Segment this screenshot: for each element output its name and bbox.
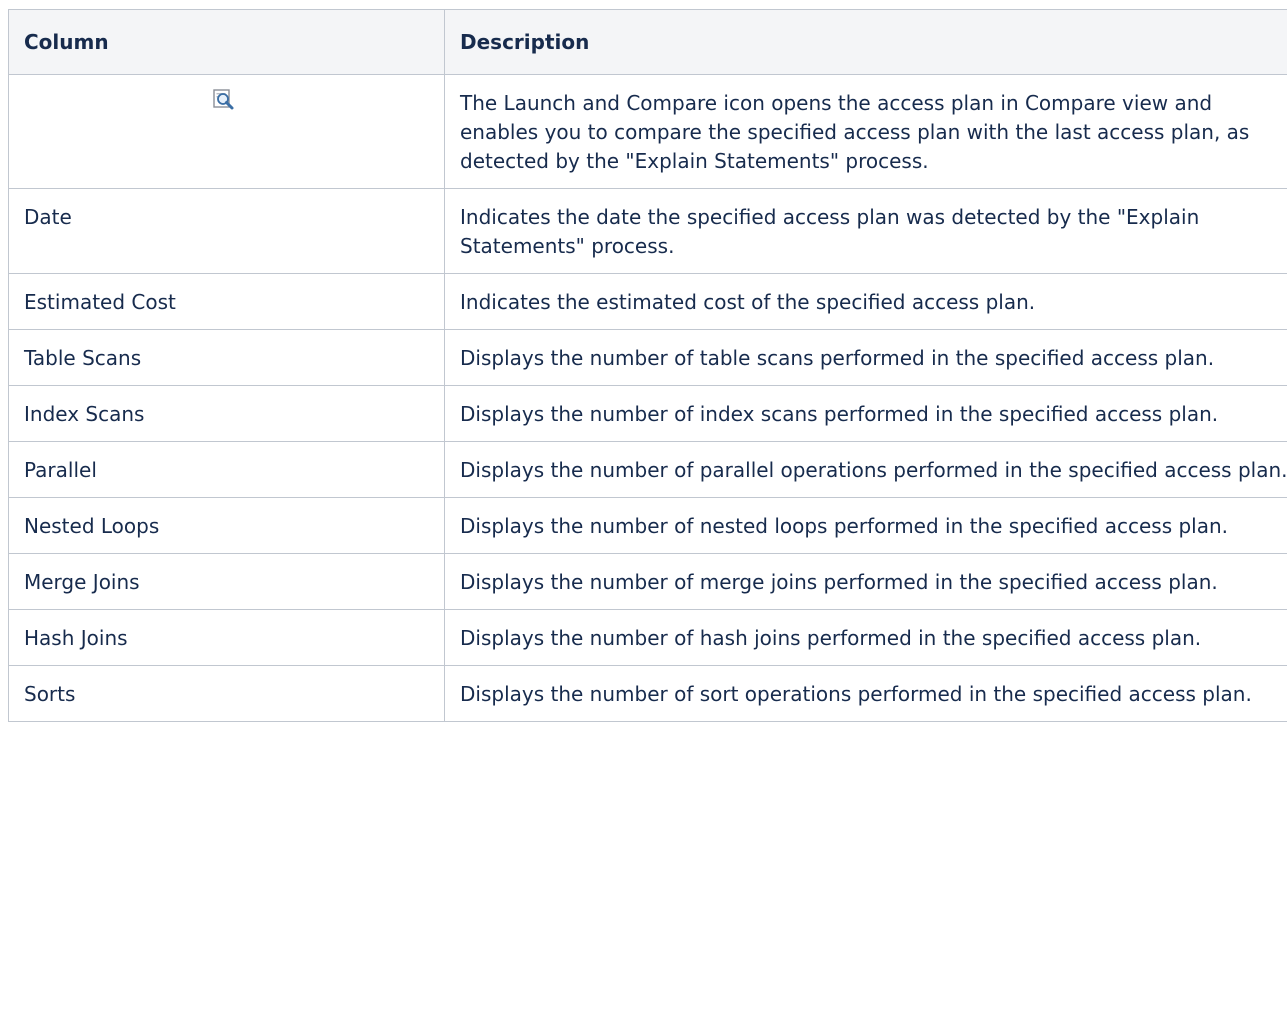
table-row: Parallel Displays the number of parallel… xyxy=(8,441,1287,498)
column-cell: Parallel xyxy=(8,441,445,498)
description-cell: Displays the number of hash joins perfor… xyxy=(444,609,1287,666)
description-cell: Displays the number of table scans perfo… xyxy=(444,329,1287,386)
table-row: Estimated Cost Indicates the estimated c… xyxy=(8,273,1287,330)
description-cell: Indicates the date the specified access … xyxy=(444,188,1287,274)
table-row: Date Indicates the date the specified ac… xyxy=(8,188,1287,274)
description-cell: Displays the number of index scans perfo… xyxy=(444,385,1287,442)
column-cell: Nested Loops xyxy=(8,497,445,554)
table-row: Sorts Displays the number of sort operat… xyxy=(8,665,1287,722)
column-cell: Sorts xyxy=(8,665,445,722)
launch-and-compare-icon xyxy=(211,87,237,113)
description-header: Description xyxy=(444,9,1287,75)
table-header-row: Column Description xyxy=(8,9,1287,75)
column-cell: Date xyxy=(8,188,445,274)
description-cell: Indicates the estimated cost of the spec… xyxy=(444,273,1287,330)
description-cell: Displays the number of parallel operatio… xyxy=(444,441,1287,498)
table-row: Nested Loops Displays the number of nest… xyxy=(8,497,1287,554)
column-cell: Merge Joins xyxy=(8,553,445,610)
icon-cell xyxy=(8,74,445,189)
table-row: The Launch and Compare icon opens the ac… xyxy=(8,74,1287,189)
table-row: Index Scans Displays the number of index… xyxy=(8,385,1287,442)
column-cell: Table Scans xyxy=(8,329,445,386)
table-row: Table Scans Displays the number of table… xyxy=(8,329,1287,386)
description-cell: The Launch and Compare icon opens the ac… xyxy=(444,74,1287,189)
table-row: Merge Joins Displays the number of merge… xyxy=(8,553,1287,610)
column-header: Column xyxy=(8,9,445,75)
description-cell: Displays the number of merge joins perfo… xyxy=(444,553,1287,610)
description-cell: Displays the number of nested loops perf… xyxy=(444,497,1287,554)
column-cell: Estimated Cost xyxy=(8,273,445,330)
column-description-table: Column Description The Launch and Compar… xyxy=(8,9,1287,722)
table-row: Hash Joins Displays the number of hash j… xyxy=(8,609,1287,666)
column-cell: Hash Joins xyxy=(8,609,445,666)
description-cell: Displays the number of sort operations p… xyxy=(444,665,1287,722)
column-cell: Index Scans xyxy=(8,385,445,442)
